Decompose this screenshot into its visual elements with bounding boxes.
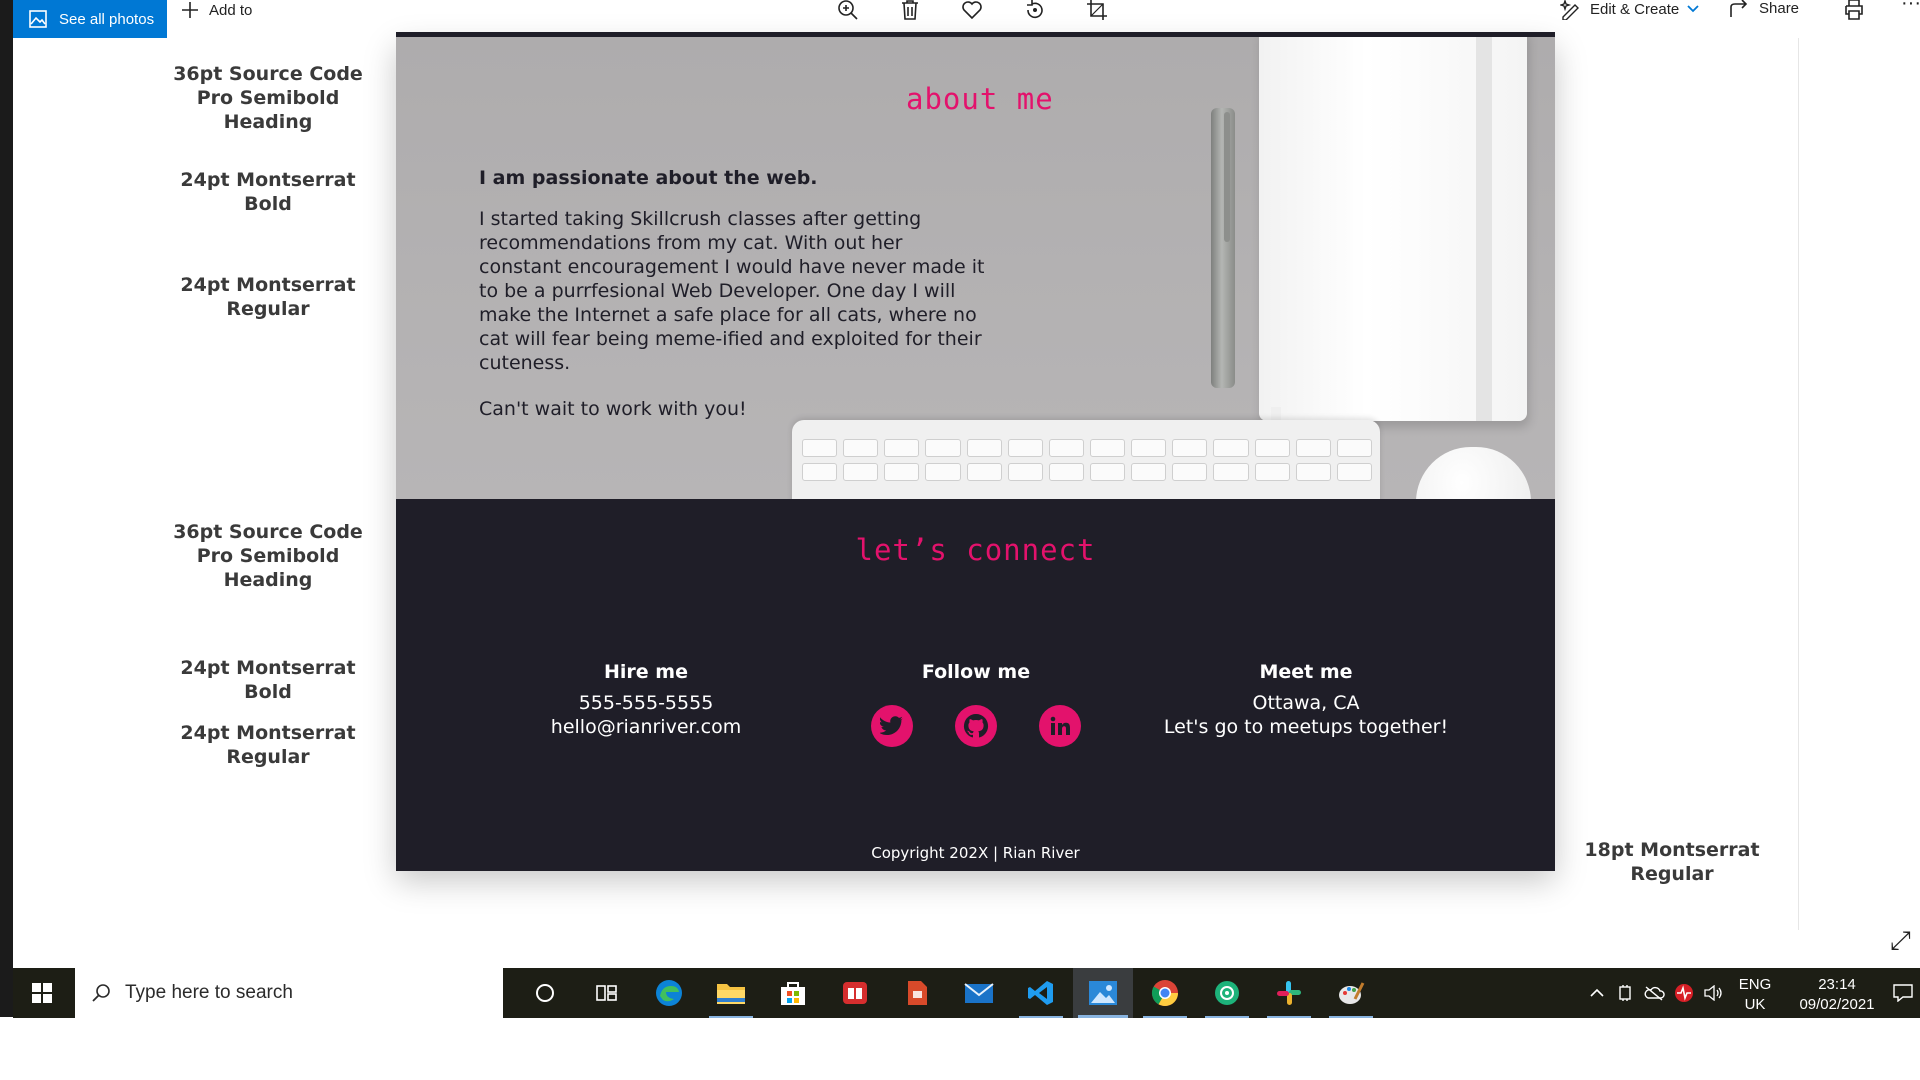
about-lead: I am passionate about the web.: [479, 167, 818, 189]
reader-icon[interactable]: [825, 968, 885, 1018]
hire-email: hello@rianriver.com: [550, 716, 742, 738]
chevron-up-icon[interactable]: [1585, 968, 1609, 1018]
about-closing: Can't wait to work with you!: [479, 398, 747, 420]
paint-icon[interactable]: [1321, 968, 1381, 1018]
photos-app-icon[interactable]: [1073, 968, 1133, 1018]
delete-icon[interactable]: [898, 0, 922, 22]
plus-icon: [182, 2, 198, 18]
hire-heading: Hire me: [604, 661, 688, 683]
taskbar-search-input[interactable]: Type here to search: [75, 968, 503, 1018]
pen-image: [1211, 108, 1235, 388]
follow-column: Follow me: [796, 661, 1156, 691]
notebook-band: [1476, 37, 1492, 421]
hire-column: Hire me 555-555-5555 hello@rianriver.com: [466, 661, 826, 739]
slack-icon[interactable]: [1259, 968, 1319, 1018]
hire-phone: 555-555-5555: [578, 692, 714, 714]
share-label: Share: [1759, 0, 1800, 17]
follow-heading: Follow me: [921, 661, 1031, 683]
see-all-photos-label: See all photos: [59, 10, 155, 28]
clock[interactable]: 23:14 09/02/2021: [1789, 975, 1885, 1015]
start-button[interactable]: [13, 968, 71, 1018]
edit-create-button[interactable]: Edit & Create: [1560, 0, 1699, 20]
meet-note: Let's go to meetups together!: [1163, 716, 1449, 738]
expand-icon[interactable]: ⤢: [1890, 925, 1911, 957]
search-icon: [92, 984, 110, 1002]
meet-heading: Meet me: [1259, 661, 1353, 683]
app-icon-2[interactable]: [1197, 968, 1257, 1018]
edit-icon: [1560, 0, 1579, 20]
annotation-bold-font-2: 24pt Montserrat Bold: [180, 657, 356, 703]
clock-time: 23:14: [1818, 976, 1856, 993]
store-icon[interactable]: [763, 968, 823, 1018]
meet-column: Meet me Ottawa, CA Let's go to meetups t…: [1126, 661, 1486, 739]
antivirus-icon[interactable]: [1671, 968, 1697, 1018]
print-icon[interactable]: [1843, 0, 1865, 25]
annotation-small-font: 18pt Montserrat Regular: [1584, 839, 1760, 885]
share-icon: [1730, 0, 1748, 17]
github-icon[interactable]: [955, 705, 997, 747]
edge-icon[interactable]: [639, 968, 699, 1018]
viewer-right-border: [1798, 38, 1799, 930]
about-section: about me I am passionate about the web. …: [396, 37, 1555, 499]
meet-location: Ottawa, CA: [1252, 692, 1360, 714]
vscode-icon[interactable]: [1011, 968, 1071, 1018]
favorite-icon[interactable]: [960, 0, 984, 22]
chrome-icon[interactable]: [1135, 968, 1195, 1018]
search-placeholder: Type here to search: [125, 982, 293, 1003]
keyboard-keys: [802, 439, 1372, 481]
more-options-button[interactable]: ···: [1901, 0, 1920, 15]
screen-bottom-area: [0, 1018, 1920, 1080]
language-indicator[interactable]: ENG UK: [1733, 975, 1777, 1015]
clock-date: 09/02/2021: [1799, 996, 1875, 1013]
about-title: about me: [906, 82, 1054, 116]
annotation-heading-font: 36pt Source Code Pro Semibold Heading: [173, 63, 363, 133]
photos-icon: [29, 10, 47, 28]
website-mockup: about me I am passionate about the web. …: [396, 32, 1555, 871]
mouse-image: [1416, 447, 1531, 499]
app-icon[interactable]: [887, 968, 947, 1018]
twitter-icon[interactable]: [871, 705, 913, 747]
edit-create-label: Edit & Create: [1590, 0, 1680, 18]
keyboard-region: UK: [1744, 996, 1766, 1013]
annotation-bold-font: 24pt Montserrat Bold: [180, 169, 356, 215]
annotation-regular-font: 24pt Montserrat Regular: [180, 274, 356, 320]
notifications-icon[interactable]: [1888, 968, 1918, 1018]
volume-icon[interactable]: [1701, 968, 1725, 1018]
file-explorer-icon[interactable]: [701, 968, 761, 1018]
mail-icon[interactable]: [949, 968, 1009, 1018]
onedrive-icon[interactable]: [1641, 968, 1667, 1018]
copyright-text: Copyright 202X | Rian River: [871, 844, 1080, 862]
about-body: I started taking Skillcrush classes afte…: [479, 208, 985, 374]
share-button[interactable]: Share: [1729, 0, 1799, 18]
linkedin-icon[interactable]: [1039, 705, 1081, 747]
photos-window: See all photos Add to Edit & Create Shar…: [0, 0, 1920, 1080]
annotation-heading-font-2: 36pt Source Code Pro Semibold Heading: [173, 521, 363, 591]
task-view-icon[interactable]: [577, 968, 637, 1018]
add-to-label: Add to: [209, 1, 253, 19]
add-to-button[interactable]: Add to: [181, 0, 252, 20]
annotation-regular-font-2: 24pt Montserrat Regular: [180, 722, 356, 768]
chevron-down-icon: [1687, 5, 1699, 13]
window-left-edge: [0, 0, 13, 1017]
mockup-top-bar: [396, 32, 1555, 37]
language-code: ENG: [1738, 976, 1772, 993]
rotate-icon[interactable]: [1023, 0, 1047, 22]
connect-title: let’s connect: [855, 533, 1096, 567]
crop-icon[interactable]: [1085, 0, 1109, 22]
taskbar: Type here to search ENG UK 23:14 09/02/2…: [13, 968, 1920, 1018]
connect-section: let’s connect Hire me 555-555-5555 hello…: [396, 499, 1555, 871]
device-icon[interactable]: [1613, 968, 1637, 1018]
zoom-icon[interactable]: [836, 0, 860, 22]
pen-clip: [1224, 112, 1230, 242]
see-all-photos-button[interactable]: See all photos: [13, 0, 167, 38]
cortana-icon[interactable]: [515, 968, 575, 1018]
windows-icon: [32, 983, 52, 1003]
